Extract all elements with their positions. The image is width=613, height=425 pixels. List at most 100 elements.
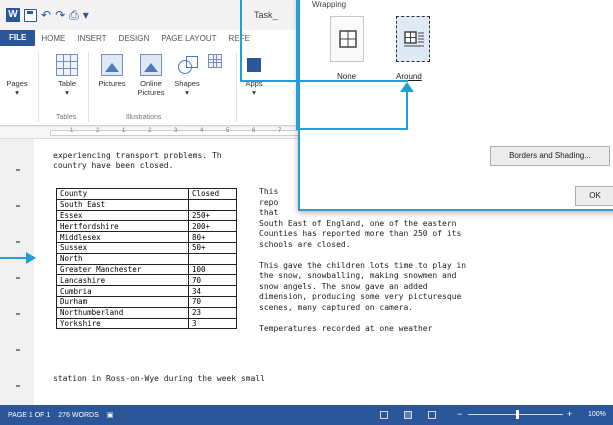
- undo-icon[interactable]: ↶: [41, 8, 51, 22]
- vertical-ruler[interactable]: [0, 139, 34, 405]
- closed-cell[interactable]: [188, 198, 237, 211]
- table-header-cell: County: [56, 188, 189, 200]
- table-header-row: County Closed: [56, 188, 237, 200]
- ruler-tick: [16, 277, 20, 279]
- apps-icon: [247, 58, 261, 72]
- word-logo-icon: W: [6, 8, 20, 22]
- print-layout-icon[interactable]: [404, 411, 412, 419]
- county-cell[interactable]: Greater Manchester: [56, 263, 189, 276]
- proofing-icon[interactable]: ▣: [99, 411, 114, 419]
- table-row: Middlesex 80+: [56, 231, 237, 243]
- apps-button[interactable]: Apps ▾: [240, 54, 268, 97]
- word-count[interactable]: 276 WORDS: [50, 412, 98, 419]
- tab-page-layout[interactable]: PAGE LAYOUT: [155, 32, 222, 46]
- smartart-button[interactable]: [204, 54, 226, 71]
- closed-cell[interactable]: 50+: [188, 241, 237, 254]
- group-separator: [88, 52, 89, 122]
- zoom-out-icon[interactable]: −: [457, 409, 462, 419]
- read-mode-icon[interactable]: [380, 411, 388, 419]
- callout-line: [296, 128, 408, 130]
- pictures-label: Pictures: [98, 79, 126, 88]
- word-window: W ↶ ↷ ⎙ ▾ Task_ FILE HOME INSERT DESIGN …: [0, 0, 613, 425]
- closed-cell[interactable]: 100: [188, 263, 237, 276]
- pictures-icon: [101, 54, 123, 76]
- shapes-icon: [176, 54, 198, 76]
- zoom-slider[interactable]: [468, 410, 563, 419]
- county-cell[interactable]: Essex: [56, 209, 189, 222]
- closed-cell[interactable]: 3: [188, 317, 237, 330]
- smartart-icon: [208, 54, 222, 68]
- customize-qat-icon[interactable]: ▾: [83, 8, 89, 22]
- tab-design[interactable]: DESIGN: [113, 32, 156, 46]
- shapes-button[interactable]: Shapes ▾: [170, 54, 204, 97]
- dropdown-arrow-icon: ▾: [15, 88, 19, 97]
- zoom-in-icon[interactable]: +: [567, 409, 572, 419]
- county-cell[interactable]: Sussex: [56, 241, 189, 254]
- online-pictures-button[interactable]: Online Pictures: [132, 54, 170, 97]
- county-cell[interactable]: South East: [56, 198, 189, 211]
- table-row: Hertfordshire 200+: [56, 220, 237, 233]
- body-text-line: station in Ross-on-Wye during the week s…: [53, 374, 265, 383]
- county-cell[interactable]: Cumbria: [56, 285, 189, 297]
- ruler-number: 1: [122, 128, 126, 134]
- redo-icon[interactable]: ↷: [55, 8, 65, 22]
- dialog-section-label: Wrapping: [312, 0, 347, 9]
- body-text-line: experiencing transport problems. Th: [53, 151, 222, 160]
- zoom-slider-thumb[interactable]: [516, 410, 519, 419]
- ok-button[interactable]: OK: [575, 186, 613, 206]
- closed-cell[interactable]: [188, 252, 237, 265]
- table-icon: [56, 54, 78, 76]
- ruler-number: 2: [148, 128, 152, 134]
- county-cell[interactable]: North: [56, 252, 189, 265]
- tab-insert[interactable]: INSERT: [71, 32, 112, 46]
- county-cell[interactable]: Durham: [56, 295, 189, 308]
- ruler-number: 2: [96, 128, 100, 134]
- callout-arrowhead-icon: [26, 252, 36, 264]
- county-cell[interactable]: Middlesex: [56, 231, 189, 243]
- group-separator: [38, 52, 39, 122]
- county-cell[interactable]: Lancashire: [56, 274, 189, 287]
- wrap-none-option[interactable]: [330, 16, 364, 62]
- print-preview-icon[interactable]: ⎙: [69, 8, 79, 22]
- online-pictures-icon: [140, 54, 162, 76]
- web-layout-icon[interactable]: [428, 411, 436, 419]
- group-label-tables: Tables: [56, 114, 77, 121]
- borders-and-shading-button[interactable]: Borders and Shading...: [490, 146, 610, 166]
- table-row: Durham 70: [56, 295, 237, 308]
- body-text-line: South East of England, one of the easter…: [259, 218, 457, 228]
- callout-arrowhead-icon: [400, 82, 414, 92]
- table-properties-dialog: Wrapping None Around Borders and Shading…: [298, 0, 613, 211]
- closed-cell[interactable]: 200+: [188, 220, 237, 233]
- closed-cell[interactable]: 70: [188, 274, 237, 287]
- tab-home[interactable]: HOME: [35, 32, 71, 46]
- ruler-number: 7: [278, 128, 282, 134]
- dropdown-arrow-icon: ▾: [65, 88, 69, 97]
- closed-cell[interactable]: 34: [188, 285, 237, 297]
- page-count[interactable]: PAGE 1 OF 1: [0, 412, 50, 419]
- save-icon[interactable]: [24, 8, 37, 22]
- group-label-illustrations: Illustrations: [126, 114, 162, 121]
- body-text-line: This gave the children lots time to play…: [259, 260, 467, 270]
- pages-button[interactable]: Pages ▾: [4, 54, 59, 215]
- zoom-level[interactable]: 100%: [588, 411, 606, 418]
- county-cell[interactable]: Northumberland: [56, 306, 189, 319]
- tab-file[interactable]: FILE: [0, 30, 36, 46]
- county-table[interactable]: County Closed South East Essex 250+ Hertfor…: [56, 188, 237, 330]
- closed-cell[interactable]: 23: [188, 306, 237, 319]
- dropdown-arrow-icon: ▾: [185, 88, 189, 97]
- county-cell[interactable]: Hertfordshire: [56, 220, 189, 233]
- closed-cell[interactable]: 70: [188, 295, 237, 308]
- wrap-around-option[interactable]: [396, 16, 430, 62]
- ruler-tick: [16, 205, 20, 207]
- pictures-button[interactable]: Pictures: [93, 54, 131, 88]
- closed-cell[interactable]: 250+: [188, 209, 237, 222]
- ruler-number: 1: [70, 128, 74, 134]
- ruler-tick: [16, 385, 20, 387]
- online-video-button[interactable]: [274, 54, 323, 215]
- dropdown-arrow-icon: ▾: [252, 88, 256, 97]
- body-text-line: that: [259, 208, 279, 217]
- closed-cell[interactable]: 80+: [188, 231, 237, 243]
- body-text-line: snow angels. The snow gave an added: [259, 281, 428, 291]
- county-cell[interactable]: Yorkshire: [56, 317, 189, 330]
- table-button[interactable]: Table ▾: [50, 54, 84, 97]
